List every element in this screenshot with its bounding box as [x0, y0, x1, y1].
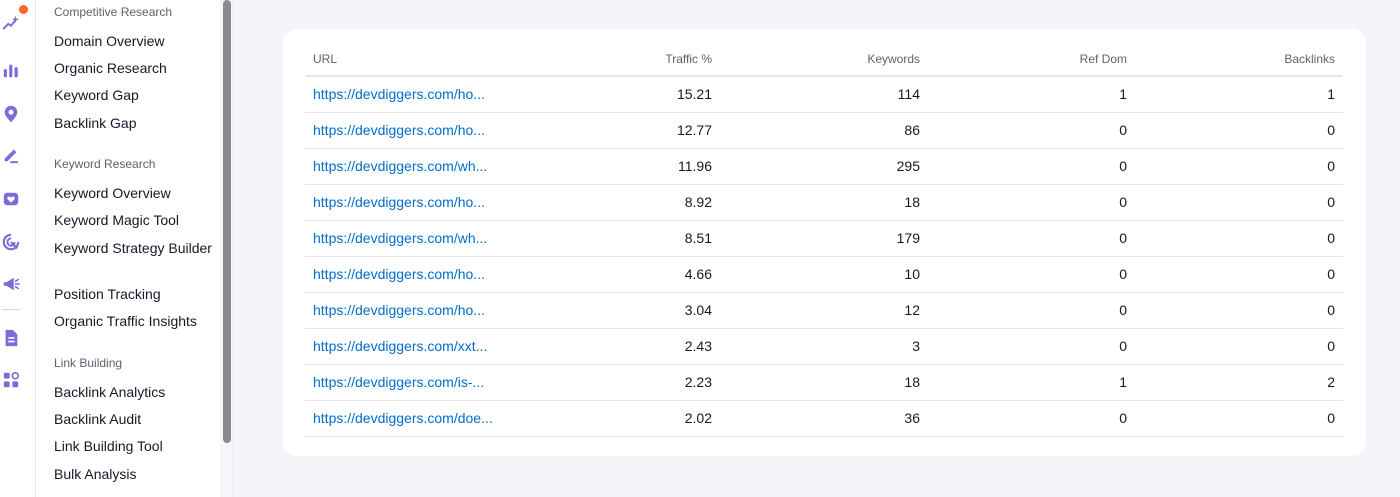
backlinks-cell: 0 — [1135, 184, 1343, 221]
nav-keyword-gap[interactable]: Keyword Gap — [54, 85, 139, 105]
ref-dom-cell: 1 — [928, 364, 1135, 401]
traffic-cell: 11.96 — [520, 148, 720, 185]
col-header-ref-dom[interactable]: Ref Dom — [928, 43, 1135, 77]
traffic-cell: 8.92 — [520, 184, 720, 221]
table-row: https://devdiggers.com/ho... 8.92 18 0 0 — [305, 184, 1343, 221]
backlinks-cell: 2 — [1135, 364, 1343, 401]
sidebar: Competitive Research Domain Overview Org… — [36, 0, 220, 497]
backlinks-cell: 0 — [1135, 400, 1343, 437]
ref-dom-cell: 0 — [928, 292, 1135, 329]
url-link[interactable]: https://devdiggers.com/is-... — [305, 364, 520, 401]
nav-organic-traffic-insights[interactable]: Organic Traffic Insights — [54, 311, 197, 331]
backlinks-cell: 0 — [1135, 292, 1343, 329]
traffic-cell: 8.51 — [520, 220, 720, 257]
nav-keyword-magic-tool[interactable]: Keyword Magic Tool — [54, 210, 179, 230]
table-row: https://devdiggers.com/wh... 11.96 295 0 0 — [305, 148, 1343, 185]
ref-dom-cell: 0 — [928, 328, 1135, 365]
section-title-keyword-research: Keyword Research — [54, 157, 156, 171]
keywords-cell: 18 — [720, 364, 928, 401]
backlinks-cell: 0 — [1135, 256, 1343, 293]
ref-dom-cell: 0 — [928, 112, 1135, 149]
rail-divider — [2, 309, 20, 310]
target-icon[interactable] — [0, 231, 22, 253]
ref-dom-cell: 0 — [928, 256, 1135, 293]
keywords-cell: 36 — [720, 400, 928, 437]
traffic-cell: 2.23 — [520, 364, 720, 401]
traffic-cell: 15.21 — [520, 76, 720, 113]
section-title-competitive-research: Competitive Research — [54, 5, 173, 19]
icon-rail — [0, 0, 36, 497]
traffic-cell: 12.77 — [520, 112, 720, 149]
traffic-cell: 2.43 — [520, 328, 720, 365]
url-link[interactable]: https://devdiggers.com/doe... — [305, 400, 520, 437]
document-icon[interactable] — [0, 327, 22, 349]
col-header-backlinks[interactable]: Backlinks — [1135, 43, 1343, 77]
bar-chart-icon[interactable] — [0, 59, 22, 81]
notification-dot — [18, 4, 29, 15]
section-title-link-building: Link Building — [54, 356, 123, 370]
nav-keyword-overview[interactable]: Keyword Overview — [54, 183, 171, 203]
table-row: https://devdiggers.com/ho... 12.77 86 0 0 — [305, 112, 1343, 149]
table-row: https://devdiggers.com/ho... 4.66 10 0 0 — [305, 256, 1343, 293]
keywords-cell: 3 — [720, 328, 928, 365]
top-pages-card: URL Traffic % Keywords Ref Dom Backlinks… — [283, 29, 1366, 456]
keywords-cell: 114 — [720, 76, 928, 113]
url-link[interactable]: https://devdiggers.com/xxt... — [305, 328, 520, 365]
nav-backlink-analytics[interactable]: Backlink Analytics — [54, 382, 165, 402]
apps-grid-icon[interactable] — [0, 369, 22, 391]
top-pages-table: URL Traffic % Keywords Ref Dom Backlinks… — [305, 43, 1343, 437]
traffic-cell: 2.02 — [520, 400, 720, 437]
backlinks-cell: 0 — [1135, 220, 1343, 257]
sidebar-scrollbar-thumb[interactable] — [223, 0, 231, 443]
backlinks-cell: 0 — [1135, 112, 1343, 149]
traffic-cell: 3.04 — [520, 292, 720, 329]
keywords-cell: 12 — [720, 292, 928, 329]
url-link[interactable]: https://devdiggers.com/wh... — [305, 148, 520, 185]
megaphone-icon[interactable] — [0, 273, 22, 295]
ref-dom-cell: 0 — [928, 220, 1135, 257]
url-link[interactable]: https://devdiggers.com/ho... — [305, 112, 520, 149]
sparkle-icon[interactable] — [0, 12, 22, 34]
backlinks-cell: 0 — [1135, 328, 1343, 365]
nav-position-tracking[interactable]: Position Tracking — [54, 284, 161, 304]
keywords-cell: 86 — [720, 112, 928, 149]
keywords-cell: 10 — [720, 256, 928, 293]
col-header-traffic[interactable]: Traffic % — [520, 43, 720, 77]
url-link[interactable]: https://devdiggers.com/ho... — [305, 184, 520, 221]
table-header-row: URL Traffic % Keywords Ref Dom Backlinks — [305, 43, 1343, 77]
url-link[interactable]: https://devdiggers.com/wh... — [305, 220, 520, 257]
nav-backlink-gap[interactable]: Backlink Gap — [54, 113, 136, 133]
nav-keyword-strategy-builder[interactable]: Keyword Strategy Builder — [54, 238, 214, 258]
table-row: https://devdiggers.com/ho... 15.21 114 1 1 — [305, 76, 1343, 113]
location-pin-icon[interactable] — [0, 103, 22, 125]
backlinks-cell: 0 — [1135, 148, 1343, 185]
nav-organic-research[interactable]: Organic Research — [54, 58, 167, 78]
keywords-cell: 18 — [720, 184, 928, 221]
keywords-cell: 179 — [720, 220, 928, 257]
url-link[interactable]: https://devdiggers.com/ho... — [305, 76, 520, 113]
ref-dom-cell: 0 — [928, 400, 1135, 437]
nav-link-building-tool[interactable]: Link Building Tool — [54, 436, 163, 456]
traffic-cell: 4.66 — [520, 256, 720, 293]
backlinks-cell: 1 — [1135, 76, 1343, 113]
url-link[interactable]: https://devdiggers.com/ho... — [305, 256, 520, 293]
ref-dom-cell: 0 — [928, 148, 1135, 185]
url-link[interactable]: https://devdiggers.com/ho... — [305, 292, 520, 329]
keywords-cell: 295 — [720, 148, 928, 185]
ref-dom-cell: 0 — [928, 184, 1135, 221]
col-header-url[interactable]: URL — [305, 43, 520, 77]
nav-domain-overview[interactable]: Domain Overview — [54, 31, 164, 51]
table-row: https://devdiggers.com/doe... 2.02 36 0 0 — [305, 400, 1343, 437]
table-row: https://devdiggers.com/wh... 8.51 179 0 0 — [305, 220, 1343, 257]
pen-icon[interactable] — [0, 144, 22, 166]
table-row: https://devdiggers.com/ho... 3.04 12 0 0 — [305, 292, 1343, 329]
table-row: https://devdiggers.com/is-... 2.23 18 1 2 — [305, 364, 1343, 401]
nav-backlink-audit[interactable]: Backlink Audit — [54, 409, 141, 429]
heart-icon[interactable] — [0, 188, 22, 210]
col-header-keywords[interactable]: Keywords — [720, 43, 928, 77]
nav-bulk-analysis[interactable]: Bulk Analysis — [54, 464, 136, 484]
ref-dom-cell: 1 — [928, 76, 1135, 113]
table-row: https://devdiggers.com/xxt... 2.43 3 0 0 — [305, 328, 1343, 365]
